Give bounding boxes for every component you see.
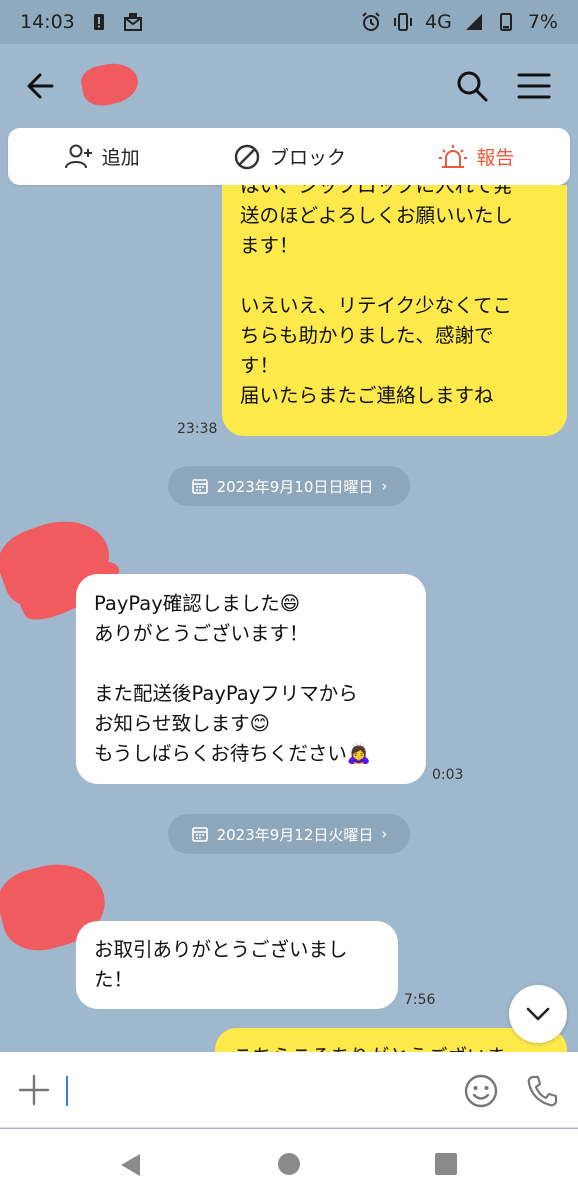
chevron-right-icon: › bbox=[381, 477, 388, 495]
network-type: 4G bbox=[425, 11, 452, 33]
message-line: お取引ありがとうございまし bbox=[94, 938, 348, 961]
calendar-icon bbox=[191, 479, 208, 494]
emoji-icon[interactable] bbox=[462, 1072, 500, 1110]
battery-alert-icon bbox=[93, 14, 104, 30]
add-person-icon bbox=[64, 144, 92, 168]
redacted-contact-name bbox=[78, 58, 142, 110]
message-line: いえいえ、リテイク少なくてこ bbox=[240, 294, 513, 317]
message-input[interactable] bbox=[66, 1074, 446, 1108]
search-icon[interactable] bbox=[454, 68, 490, 104]
battery-icon bbox=[499, 13, 512, 31]
chat-area[interactable]: はい、ジップロックに入れて発 送のほどよろしくお願いいたし ます！ いえいえ、リ… bbox=[0, 185, 578, 1052]
add-friend-button[interactable]: 追加 bbox=[8, 128, 195, 185]
date-separator-label: 2023年9月12日火曜日 bbox=[216, 825, 374, 844]
message-line: ありがとうございます！ bbox=[94, 622, 309, 645]
message-timestamp: 0:03 bbox=[432, 767, 464, 783]
contact-action-bar: 追加 ブロック 報告 bbox=[8, 128, 570, 185]
message-input-bar bbox=[0, 1052, 578, 1128]
text-caret bbox=[66, 1076, 68, 1106]
message-line: もうしばらくお待ちください🙇‍♀️ bbox=[94, 742, 372, 765]
hamburger-menu-icon[interactable] bbox=[516, 70, 552, 102]
date-separator[interactable]: 2023年9月12日火曜日 › bbox=[168, 814, 410, 854]
report-button[interactable]: 報告 bbox=[383, 128, 570, 185]
plus-icon[interactable] bbox=[16, 1072, 52, 1108]
chevron-right-icon: › bbox=[381, 825, 388, 843]
message-line: た！ bbox=[94, 968, 134, 991]
report-siren-icon bbox=[439, 144, 468, 168]
message-line: また配送後PayPayフリマから bbox=[94, 682, 358, 705]
scroll-to-bottom-button[interactable] bbox=[509, 985, 567, 1043]
message-timestamp: 23:38 bbox=[177, 421, 218, 437]
message-timestamp: 7:56 bbox=[404, 992, 436, 1008]
block-button[interactable]: ブロック bbox=[195, 128, 382, 185]
alarm-icon bbox=[362, 12, 380, 31]
calendar-icon bbox=[191, 827, 208, 842]
block-icon bbox=[234, 144, 260, 169]
back-arrow-icon[interactable] bbox=[22, 66, 62, 106]
message-line: お知らせ致します😊 bbox=[94, 712, 270, 735]
battery-level: 7% bbox=[527, 11, 558, 33]
vibrate-icon bbox=[394, 13, 413, 31]
date-separator[interactable]: 2023年9月10日日曜日 › bbox=[168, 466, 410, 506]
message-line: 送のほどよろしくお願いいたし bbox=[240, 204, 514, 227]
phone-call-icon[interactable] bbox=[526, 1074, 558, 1108]
message-line: ちらも助かりました、感謝で bbox=[240, 324, 494, 347]
mail-notification-icon bbox=[123, 13, 142, 31]
message-line: こちらこそありがとうございま bbox=[233, 1042, 549, 1052]
nav-recents-icon[interactable] bbox=[435, 1153, 457, 1175]
message-line: はい、ジップロックに入れて発 bbox=[240, 185, 513, 197]
block-label: ブロック bbox=[269, 147, 346, 169]
message-line: す！ bbox=[240, 354, 280, 377]
their-message-bubble[interactable]: お取引ありがとうございまし た！ bbox=[76, 921, 398, 1009]
report-label: 報告 bbox=[476, 147, 515, 169]
nav-back-icon[interactable] bbox=[118, 1152, 144, 1178]
add-label: 追加 bbox=[101, 147, 140, 169]
nav-home-icon[interactable] bbox=[278, 1153, 300, 1175]
status-bar: 14:03 4G 7% bbox=[0, 0, 578, 44]
date-separator-label: 2023年9月10日日曜日 bbox=[216, 477, 374, 496]
status-time: 14:03 bbox=[20, 11, 75, 33]
message-line: PayPay確認しました😄 bbox=[94, 592, 301, 615]
message-line: ます！ bbox=[240, 234, 299, 257]
message-line: 届いたらまたご連絡しますね bbox=[240, 384, 494, 407]
my-message-bubble[interactable]: はい、ジップロックに入れて発 送のほどよろしくお願いいたし ます！ いえいえ、リ… bbox=[222, 185, 567, 436]
chevron-down-icon bbox=[526, 1007, 550, 1021]
system-navigation-bar bbox=[0, 1129, 578, 1200]
chat-header bbox=[0, 44, 578, 130]
their-message-bubble[interactable]: PayPay確認しました😄 ありがとうございます！ また配送後PayPayフリマ… bbox=[76, 574, 426, 784]
signal-icon bbox=[465, 14, 482, 30]
